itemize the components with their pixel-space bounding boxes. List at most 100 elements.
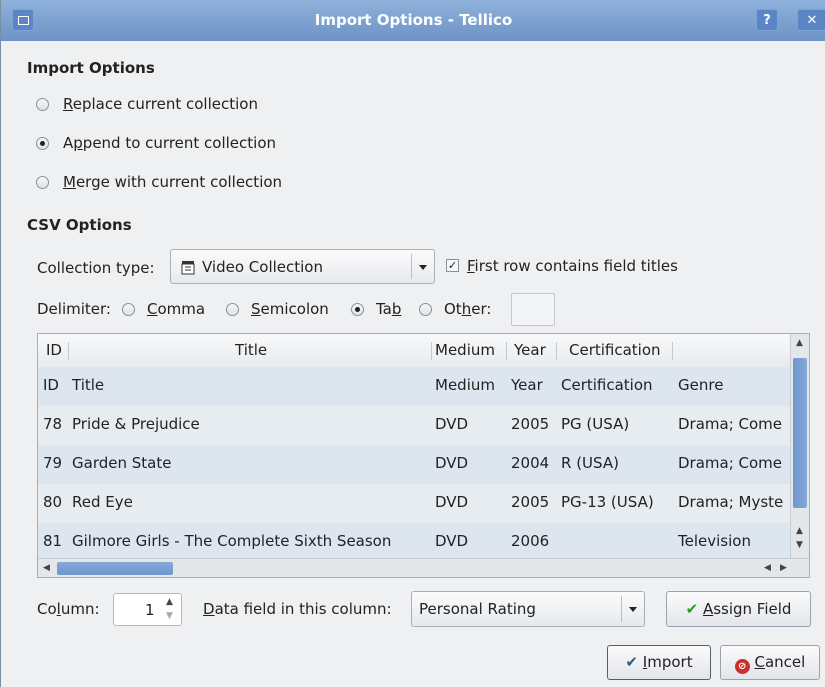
delimiter-label: Delimiter:: [37, 300, 111, 318]
help-button[interactable]: ?: [756, 9, 778, 31]
import-button[interactable]: ✔ Import: [607, 645, 711, 680]
table-header: ID Title Medium Year Certification: [38, 334, 790, 368]
tab-radio[interactable]: [351, 303, 364, 316]
horizontal-scroll-thumb[interactable]: [57, 562, 173, 575]
film-clapper-icon: [181, 261, 195, 275]
cell-year: 2005: [511, 415, 550, 433]
import-options-heading: Import Options: [27, 59, 155, 77]
chevron-down-icon[interactable]: [411, 254, 434, 279]
cell-medium: DVD: [435, 532, 469, 550]
collection-type-label: Collection type:: [37, 259, 155, 277]
csv-options-heading: CSV Options: [27, 216, 132, 234]
scroll-left-icon[interactable]: ◀: [43, 563, 50, 573]
header-year[interactable]: Year: [514, 341, 546, 359]
comma-label[interactable]: Comma: [147, 300, 205, 318]
cell-id: 79: [43, 454, 63, 472]
checkmark-icon: ✔: [685, 600, 699, 618]
cell-certification: Certification: [561, 376, 653, 394]
header-title[interactable]: Title: [235, 341, 267, 359]
import-options-dialog: Import Options - Tellico ? ✕ Import Opti…: [0, 0, 825, 687]
cancel-icon: ⊘: [734, 659, 750, 674]
cell-certification: PG (USA): [561, 415, 630, 433]
vertical-scrollbar[interactable]: ▲ ▲ ▼: [790, 334, 809, 558]
cell-medium: Medium: [435, 376, 495, 394]
close-button[interactable]: ✕: [797, 9, 825, 31]
scroll-up-icon[interactable]: ▲: [796, 526, 803, 536]
collection-type-select[interactable]: Video Collection: [170, 249, 435, 284]
cell-title: Garden State: [72, 454, 172, 472]
column-label: Column:: [37, 600, 100, 618]
cell-year: 2006: [511, 532, 550, 550]
replace-label[interactable]: Replace current collection: [63, 95, 258, 113]
cell-medium: DVD: [435, 493, 469, 511]
scroll-left-icon[interactable]: ◀: [764, 563, 771, 573]
spin-down-icon[interactable]: ▼: [166, 611, 173, 621]
replace-radio[interactable]: [36, 98, 49, 111]
comma-radio[interactable]: [122, 303, 135, 316]
header-separator: [672, 342, 673, 360]
header-medium[interactable]: Medium: [435, 341, 495, 359]
other-label[interactable]: Other:: [444, 300, 491, 318]
cell-year: 2004: [511, 454, 550, 472]
scroll-up-icon[interactable]: ▲: [796, 338, 803, 348]
first-row-checkbox[interactable]: ✓: [446, 259, 459, 272]
cell-genre: Drama; Come: [678, 415, 783, 433]
cell-year: Year: [511, 376, 543, 394]
column-spinbox[interactable]: 1 ▲ ▼: [113, 593, 182, 626]
header-separator: [431, 342, 432, 360]
table-row[interactable]: 81 Gilmore Girls - The Complete Sixth Se…: [38, 523, 790, 563]
cell-medium: DVD: [435, 415, 469, 433]
data-field-select[interactable]: Personal Rating: [411, 591, 645, 627]
table-row[interactable]: 78 Pride & Prejudice DVD 2005 PG (USA) D…: [38, 406, 790, 446]
spin-up-icon[interactable]: ▲: [166, 597, 173, 607]
tab-label[interactable]: Tab: [376, 300, 401, 318]
cell-certification: R (USA): [561, 454, 619, 472]
cell-id: 81: [43, 532, 63, 550]
window-title: Import Options - Tellico: [314, 11, 513, 29]
assign-field-button[interactable]: ✔ Assign Field: [666, 591, 811, 627]
cell-year: 2005: [511, 493, 550, 511]
cell-id: 80: [43, 493, 63, 511]
table-row[interactable]: ID Title Medium Year Certification Genre: [38, 367, 790, 407]
cell-id: 78: [43, 415, 63, 433]
semicolon-label[interactable]: Semicolon: [251, 300, 329, 318]
cell-certification: PG-13 (USA): [561, 493, 654, 511]
cell-genre: Drama; Myste: [678, 493, 784, 511]
data-field-value: Personal Rating: [419, 600, 536, 618]
header-separator: [506, 342, 507, 360]
cell-id: ID: [43, 376, 59, 394]
column-value: 1: [145, 601, 155, 619]
checkmark-icon: ✔: [625, 653, 638, 671]
cell-title: Pride & Prejudice: [72, 415, 200, 433]
cell-genre: Television: [678, 532, 751, 550]
scroll-down-icon[interactable]: ▼: [796, 540, 803, 550]
table-row[interactable]: 79 Garden State DVD 2004 R (USA) Drama; …: [38, 445, 790, 485]
title-bar[interactable]: Import Options - Tellico ? ✕: [1, 0, 825, 41]
vertical-scroll-thumb[interactable]: [793, 358, 807, 508]
header-certification[interactable]: Certification: [569, 341, 661, 359]
header-separator: [556, 342, 557, 360]
collection-type-value: Video Collection: [202, 258, 323, 276]
other-delimiter-input[interactable]: [511, 293, 555, 326]
first-row-label[interactable]: First row contains field titles: [467, 257, 678, 275]
merge-label[interactable]: Merge with current collection: [63, 173, 282, 191]
header-separator: [68, 342, 69, 360]
table-row[interactable]: 80 Red Eye DVD 2005 PG-13 (USA) Drama; M…: [38, 484, 790, 524]
cell-medium: DVD: [435, 454, 469, 472]
append-radio[interactable]: [36, 137, 49, 150]
csv-preview-table[interactable]: ID Title Medium Year Certification ID Ti…: [37, 333, 810, 578]
header-id[interactable]: ID: [46, 341, 62, 359]
horizontal-scrollbar[interactable]: ◀ ◀ ▶: [38, 558, 809, 577]
merge-radio[interactable]: [36, 176, 49, 189]
cell-title: Gilmore Girls - The Complete Sixth Seaso…: [72, 532, 392, 550]
append-label[interactable]: Append to current collection: [63, 134, 276, 152]
cell-genre: Drama; Come: [678, 454, 783, 472]
scroll-right-icon[interactable]: ▶: [780, 563, 787, 573]
cell-title: Title: [72, 376, 105, 394]
cell-genre: Genre: [678, 376, 724, 394]
cell-title: Red Eye: [72, 493, 133, 511]
semicolon-radio[interactable]: [226, 303, 239, 316]
other-radio[interactable]: [419, 303, 432, 316]
cancel-button[interactable]: ⊘ Cancel: [720, 645, 820, 680]
chevron-down-icon[interactable]: [621, 596, 644, 622]
